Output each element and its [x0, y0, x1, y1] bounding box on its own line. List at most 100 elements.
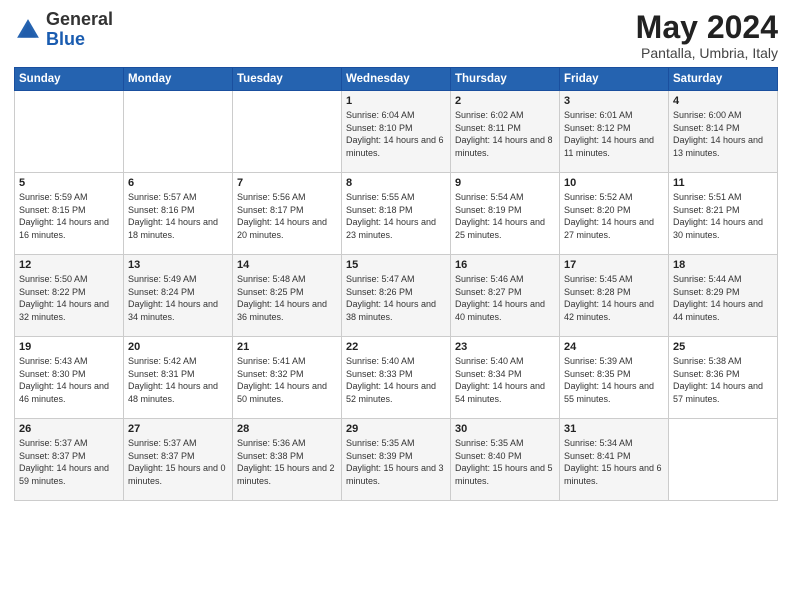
column-header-monday: Monday — [124, 68, 233, 91]
day-info: Sunrise: 5:54 AMSunset: 8:19 PMDaylight:… — [455, 191, 555, 241]
week-row-2: 5Sunrise: 5:59 AMSunset: 8:15 PMDaylight… — [15, 173, 778, 255]
day-info: Sunrise: 5:51 AMSunset: 8:21 PMDaylight:… — [673, 191, 773, 241]
day-cell: 14 Sunrise: 5:48 AMSunset: 8:25 PMDayligh… — [233, 255, 342, 337]
day-cell: 30Sunrise: 5:35 AMSunset: 8:40 PMDayligh… — [451, 419, 560, 501]
day-cell: 19 Sunrise: 5:43 AMSunset: 8:30 PMDayligh… — [15, 337, 124, 419]
day-cell — [669, 419, 778, 501]
day-cell: 5Sunrise: 5:59 AMSunset: 8:15 PMDaylight… — [15, 173, 124, 255]
day-cell: 27 Sunrise: 5:37 AMSunset: 8:37 PMDayligh… — [124, 419, 233, 501]
title-block: May 2024 Pantalla, Umbria, Italy — [636, 10, 778, 61]
day-cell: 3 Sunrise: 6:01 AMSunset: 8:12 PMDaylight… — [560, 91, 669, 173]
day-number: 27 — [128, 423, 228, 435]
day-info: Sunrise: 5:46 AMSunset: 8:27 PMDaylight:… — [455, 273, 555, 323]
day-number: 15 — [346, 259, 446, 271]
day-cell — [124, 91, 233, 173]
day-cell: 26 Sunrise: 5:37 AMSunset: 8:37 PMDayligh… — [15, 419, 124, 501]
day-number: 19 — [19, 341, 119, 353]
day-cell: 29Sunrise: 5:35 AMSunset: 8:39 PMDayligh… — [342, 419, 451, 501]
day-cell: 12Sunrise: 5:50 AMSunset: 8:22 PMDayligh… — [15, 255, 124, 337]
day-info: Sunrise: 5:52 AMSunset: 8:20 PMDaylight:… — [564, 191, 664, 241]
day-info: Sunrise: 5:35 AMSunset: 8:39 PMDaylight:… — [346, 437, 446, 487]
column-header-thursday: Thursday — [451, 68, 560, 91]
day-info: Sunrise: 5:40 AMSunset: 8:34 PMDaylight:… — [455, 355, 555, 405]
day-number: 26 — [19, 423, 119, 435]
day-info: Sunrise: 5:40 AMSunset: 8:33 PMDaylight:… — [346, 355, 446, 405]
day-number: 9 — [455, 177, 555, 189]
day-info: Sunrise: 6:04 AMSunset: 8:10 PMDaylight:… — [346, 109, 446, 159]
day-cell — [15, 91, 124, 173]
calendar-header: SundayMondayTuesdayWednesdayThursdayFrid… — [15, 68, 778, 91]
day-number: 8 — [346, 177, 446, 189]
day-number: 22 — [346, 341, 446, 353]
day-cell: 1 Sunrise: 6:04 AMSunset: 8:10 PMDaylight… — [342, 91, 451, 173]
day-number: 7 — [237, 177, 337, 189]
day-cell: 22 Sunrise: 5:40 AMSunset: 8:33 PMDayligh… — [342, 337, 451, 419]
day-number: 10 — [564, 177, 664, 189]
day-cell: 18 Sunrise: 5:44 AMSunset: 8:29 PMDayligh… — [669, 255, 778, 337]
day-cell: 31Sunrise: 5:34 AMSunset: 8:41 PMDayligh… — [560, 419, 669, 501]
day-number: 31 — [564, 423, 664, 435]
day-info: Sunrise: 5:48 AMSunset: 8:25 PMDaylight:… — [237, 273, 337, 323]
day-info: Sunrise: 5:50 AMSunset: 8:22 PMDaylight:… — [19, 273, 119, 323]
day-info: Sunrise: 5:56 AMSunset: 8:17 PMDaylight:… — [237, 191, 337, 241]
column-header-saturday: Saturday — [669, 68, 778, 91]
day-cell: 25Sunrise: 5:38 AMSunset: 8:36 PMDayligh… — [669, 337, 778, 419]
day-number: 11 — [673, 177, 773, 189]
day-cell: 24 Sunrise: 5:39 AMSunset: 8:35 PMDayligh… — [560, 337, 669, 419]
day-info: Sunrise: 5:36 AMSunset: 8:38 PMDaylight:… — [237, 437, 337, 487]
day-cell: 8 Sunrise: 5:55 AMSunset: 8:18 PMDaylight… — [342, 173, 451, 255]
day-cell: 6 Sunrise: 5:57 AMSunset: 8:16 PMDaylight… — [124, 173, 233, 255]
day-cell: 21 Sunrise: 5:41 AMSunset: 8:32 PMDayligh… — [233, 337, 342, 419]
month-title: May 2024 — [636, 10, 778, 45]
day-info: Sunrise: 6:01 AMSunset: 8:12 PMDaylight:… — [564, 109, 664, 159]
day-cell: 4 Sunrise: 6:00 AMSunset: 8:14 PMDaylight… — [669, 91, 778, 173]
day-info: Sunrise: 5:39 AMSunset: 8:35 PMDaylight:… — [564, 355, 664, 405]
day-cell: 7 Sunrise: 5:56 AMSunset: 8:17 PMDaylight… — [233, 173, 342, 255]
day-info: Sunrise: 6:00 AMSunset: 8:14 PMDaylight:… — [673, 109, 773, 159]
day-cell: 15 Sunrise: 5:47 AMSunset: 8:26 PMDayligh… — [342, 255, 451, 337]
logo-text: General Blue — [46, 10, 113, 50]
day-info: Sunrise: 5:37 AMSunset: 8:37 PMDaylight:… — [128, 437, 228, 487]
day-info: Sunrise: 5:43 AMSunset: 8:30 PMDaylight:… — [19, 355, 119, 405]
logo: General Blue — [14, 10, 113, 50]
calendar-body: 1 Sunrise: 6:04 AMSunset: 8:10 PMDaylight… — [15, 91, 778, 501]
day-number: 25 — [673, 341, 773, 353]
day-info: Sunrise: 5:45 AMSunset: 8:28 PMDaylight:… — [564, 273, 664, 323]
day-info: Sunrise: 5:42 AMSunset: 8:31 PMDaylight:… — [128, 355, 228, 405]
day-cell: 2Sunrise: 6:02 AMSunset: 8:11 PMDaylight… — [451, 91, 560, 173]
day-info: Sunrise: 5:37 AMSunset: 8:37 PMDaylight:… — [19, 437, 119, 487]
day-number: 16 — [455, 259, 555, 271]
week-row-3: 12Sunrise: 5:50 AMSunset: 8:22 PMDayligh… — [15, 255, 778, 337]
day-number: 21 — [237, 341, 337, 353]
day-number: 18 — [673, 259, 773, 271]
day-number: 28 — [237, 423, 337, 435]
day-info: Sunrise: 5:57 AMSunset: 8:16 PMDaylight:… — [128, 191, 228, 241]
day-number: 14 — [237, 259, 337, 271]
header-row: General Blue May 2024 Pantalla, Umbria, … — [14, 10, 778, 61]
day-cell: 10 Sunrise: 5:52 AMSunset: 8:20 PMDayligh… — [560, 173, 669, 255]
column-header-tuesday: Tuesday — [233, 68, 342, 91]
day-number: 1 — [346, 95, 446, 107]
day-cell: 16 Sunrise: 5:46 AMSunset: 8:27 PMDayligh… — [451, 255, 560, 337]
column-header-friday: Friday — [560, 68, 669, 91]
day-cell: 28 Sunrise: 5:36 AMSunset: 8:38 PMDayligh… — [233, 419, 342, 501]
day-number: 13 — [128, 259, 228, 271]
week-row-5: 26 Sunrise: 5:37 AMSunset: 8:37 PMDayligh… — [15, 419, 778, 501]
day-info: Sunrise: 5:47 AMSunset: 8:26 PMDaylight:… — [346, 273, 446, 323]
week-row-1: 1 Sunrise: 6:04 AMSunset: 8:10 PMDaylight… — [15, 91, 778, 173]
day-number: 24 — [564, 341, 664, 353]
day-info: Sunrise: 5:44 AMSunset: 8:29 PMDaylight:… — [673, 273, 773, 323]
day-cell: 20Sunrise: 5:42 AMSunset: 8:31 PMDayligh… — [124, 337, 233, 419]
calendar-table: SundayMondayTuesdayWednesdayThursdayFrid… — [14, 67, 778, 501]
day-info: Sunrise: 5:59 AMSunset: 8:15 PMDaylight:… — [19, 191, 119, 241]
day-cell — [233, 91, 342, 173]
day-number: 30 — [455, 423, 555, 435]
day-info: Sunrise: 5:55 AMSunset: 8:18 PMDaylight:… — [346, 191, 446, 241]
day-cell: 11 Sunrise: 5:51 AMSunset: 8:21 PMDayligh… — [669, 173, 778, 255]
day-number: 6 — [128, 177, 228, 189]
day-info: Sunrise: 5:49 AMSunset: 8:24 PMDaylight:… — [128, 273, 228, 323]
day-info: Sunrise: 5:41 AMSunset: 8:32 PMDaylight:… — [237, 355, 337, 405]
day-number: 3 — [564, 95, 664, 107]
calendar-container: General Blue May 2024 Pantalla, Umbria, … — [0, 0, 792, 511]
day-number: 4 — [673, 95, 773, 107]
